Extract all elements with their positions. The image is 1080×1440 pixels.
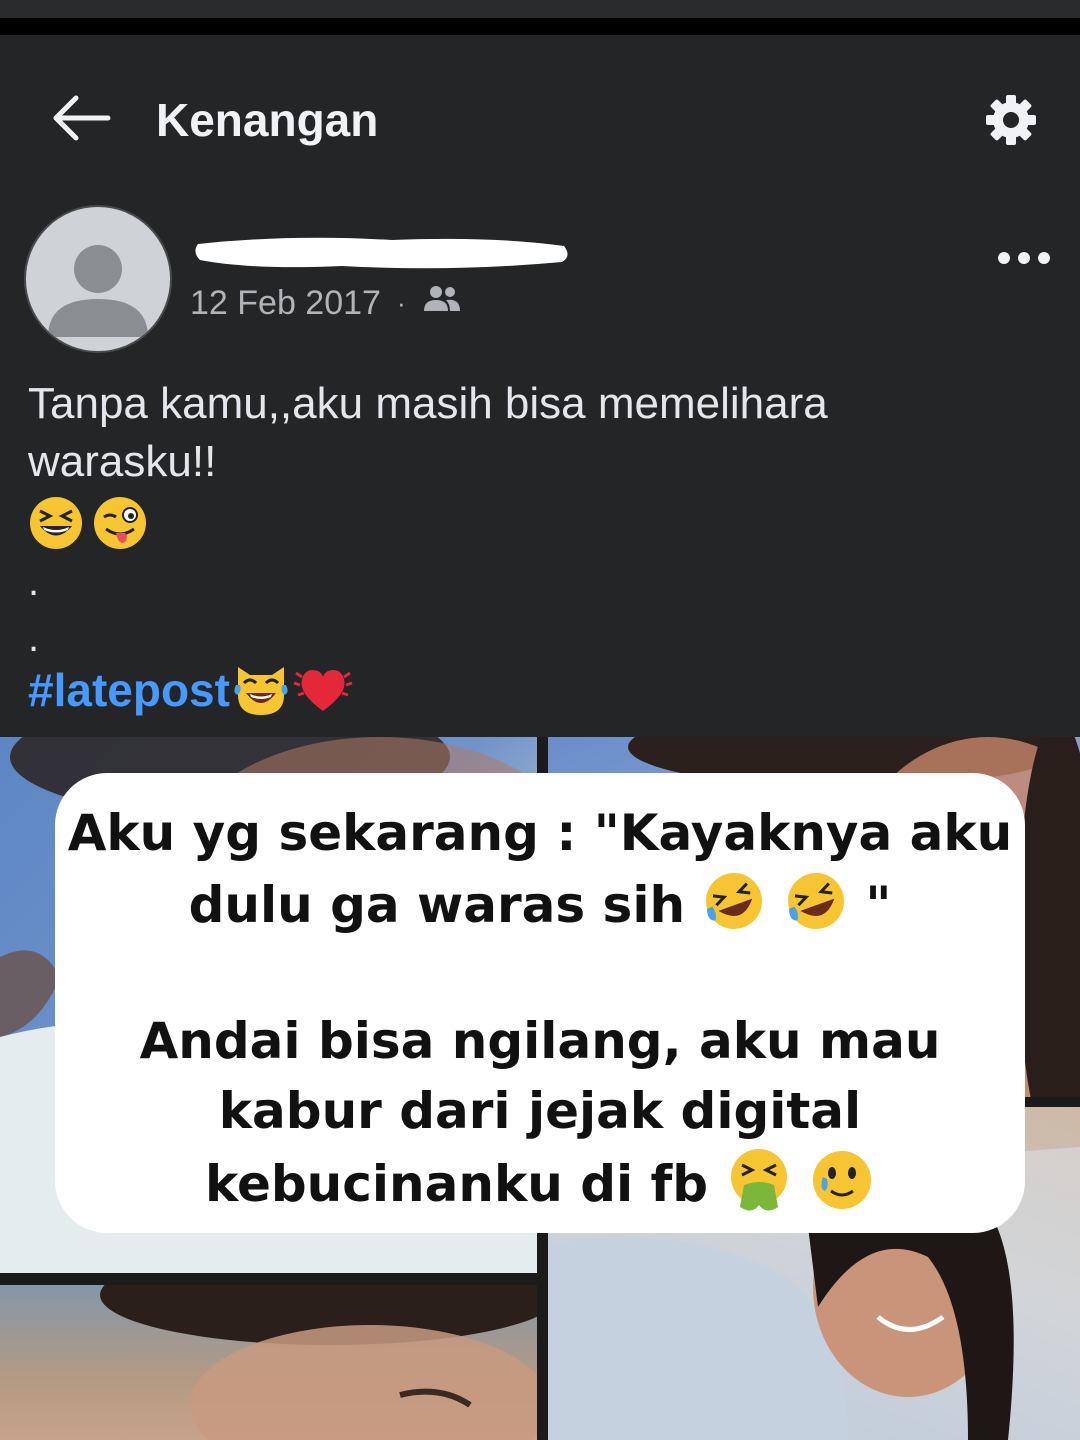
caption-line-4: kabur dari jejak digital: [218, 1082, 862, 1140]
page-title: Kenangan: [156, 94, 379, 146]
vomiting-face-icon: [726, 1145, 792, 1230]
caption-line-1: Aku yg sekarang : "Kayaknya aku: [67, 804, 1013, 862]
cat-tears-of-joy-icon: [232, 659, 290, 722]
grinning-squinting-face-icon: [28, 495, 84, 551]
post-text-line-2: warasku!!: [28, 437, 217, 486]
hashtag-link[interactable]: #latepost: [28, 663, 230, 717]
winking-face-tongue-icon: [92, 495, 148, 551]
back-arrow-icon[interactable]: [48, 90, 112, 146]
post-date[interactable]: 12 Feb 2017: [190, 284, 381, 323]
post-emoji-line: [28, 495, 148, 551]
avatar[interactable]: [24, 205, 172, 353]
caption-line-5: kebucinanku di fb: [55, 1145, 1025, 1230]
dot-line-1: .: [28, 560, 40, 604]
friends-icon: [422, 283, 462, 324]
top-divider: [0, 18, 1080, 35]
post-text-line-1: Tanpa kamu,,aku masih bisa memelihara: [28, 379, 828, 428]
rolling-on-floor-laughing-icon: [702, 869, 766, 948]
caption-line-2-text: dulu ga waras sih: [188, 876, 686, 934]
meta-separator: ·: [396, 288, 406, 318]
photo-3[interactable]: [0, 1285, 537, 1440]
more-dots-icon[interactable]: [994, 236, 1054, 280]
app-bar: Kenangan: [0, 35, 1080, 195]
author-name-redacted: [192, 232, 572, 274]
status-bar: [0, 0, 1080, 18]
post-meta: 12 Feb 2017 ·: [190, 283, 462, 324]
caption-line-2: dulu ga waras sih ": [55, 869, 1025, 948]
caption-line-5-text: kebucinanku di fb: [205, 1155, 709, 1213]
post-text: Tanpa kamu,,aku masih bisa memelihara wa…: [28, 375, 1058, 491]
caption-line-3: Andai bisa ngilang, aku mau: [139, 1012, 941, 1070]
smiling-face-with-tear-icon: [809, 1147, 875, 1228]
hashtag-row: #latepost: [28, 660, 354, 720]
overlay-caption-box: Aku yg sekarang : "Kayaknya aku dulu ga …: [55, 773, 1025, 1233]
dot-line-2: .: [28, 616, 40, 660]
caption-line-2-suffix: ": [865, 876, 892, 934]
gear-icon[interactable]: [982, 91, 1040, 149]
rolling-on-floor-laughing-icon: [784, 869, 848, 948]
beating-heart-icon: [292, 659, 354, 722]
